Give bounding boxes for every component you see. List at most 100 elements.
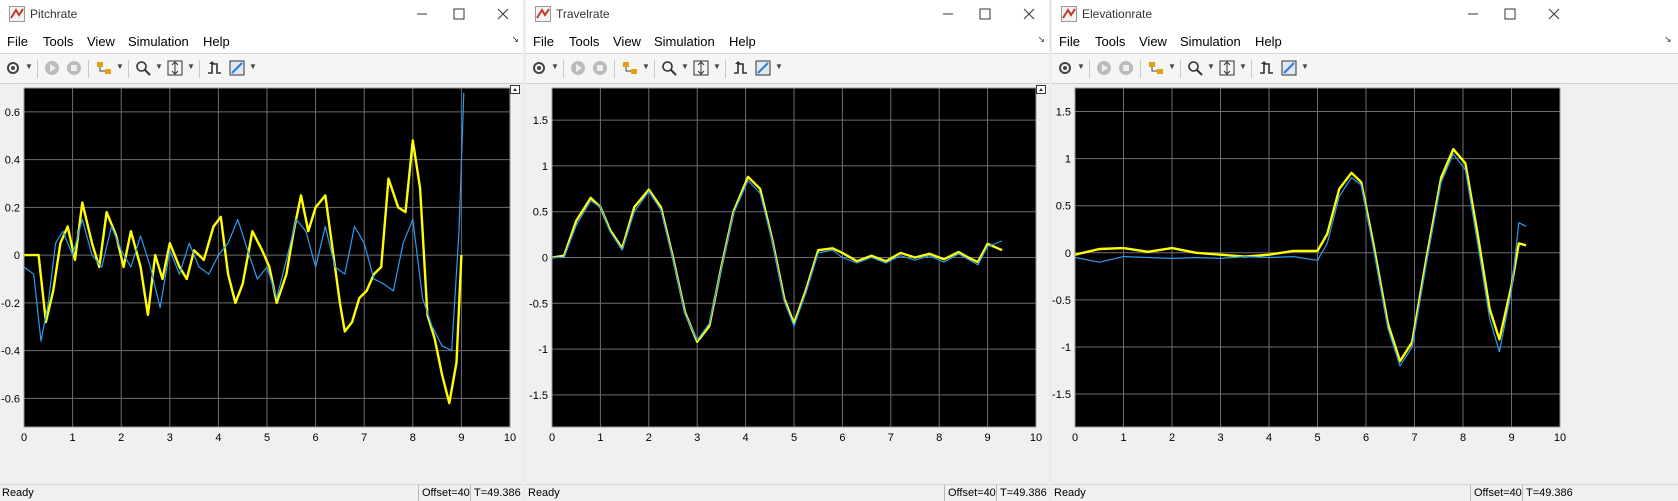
pitchrate-chart[interactable]: 0 1 2 3 4 5 6 7 8 9 10 -0.6 -0.4 -0.2 0 0.2 0.4 0.6 [0,84,523,484]
elevationrate-chart[interactable]: 0 1 2 3 4 5 6 7 8 9 10 -1.5 -1 -0.5 0 0.5 1 1.5 [1052,84,1678,484]
style-icon[interactable] [1281,60,1297,76]
zoom-icon[interactable] [135,60,151,76]
settings-icon[interactable] [1057,60,1073,76]
style-dropdown-icon[interactable]: ▼ [1301,62,1309,71]
stop-icon[interactable] [1118,60,1134,76]
close-icon[interactable] [493,4,513,24]
zoom-icon[interactable] [1187,60,1203,76]
title-bar[interactable]: Elevationrate [1052,0,1678,29]
scale-axes-icon[interactable] [693,60,709,76]
highlight-blocks-icon[interactable] [96,60,112,76]
run-icon[interactable] [570,60,586,76]
window-title: Pitchrate [30,7,78,21]
status-time: T=49.386 [996,485,1049,501]
settings-icon[interactable] [531,60,547,76]
menu-simulation[interactable]: Simulation [128,34,189,49]
run-icon[interactable] [44,60,60,76]
minimize-icon[interactable] [938,4,958,24]
menu-tools[interactable]: Tools [569,34,599,49]
highlight-blocks-icon[interactable] [622,60,638,76]
x-tick-label: 7 [361,432,367,444]
status-offset: Offset=40 [1470,485,1525,501]
x-tick-label: 8 [410,432,416,444]
x-tick-label: 1 [1120,432,1126,444]
scale-axes-icon[interactable] [1219,60,1235,76]
title-bar[interactable]: Travelrate [526,0,1049,29]
highlight-blocks-icon[interactable] [1148,60,1164,76]
minimize-icon[interactable] [1463,4,1483,24]
style-dropdown-icon[interactable]: ▼ [249,62,257,71]
scope-window-pitchrate: Pitchrate File Tools View Simulation Hel… [0,0,523,501]
y-tick-label: -1 [538,344,548,356]
settings-icon[interactable] [5,60,21,76]
undock-icon[interactable] [510,85,520,94]
status-time: T=49.386 [470,485,523,501]
settings-dropdown-icon[interactable]: ▼ [551,62,559,71]
scale-dropdown-icon[interactable]: ▼ [713,62,721,71]
zoom-icon[interactable] [661,60,677,76]
menu-view[interactable]: View [613,34,641,49]
style-icon[interactable] [755,60,771,76]
title-bar[interactable]: Pitchrate [0,0,523,29]
menu-help[interactable]: Help [203,34,230,49]
maximize-icon[interactable] [449,4,469,24]
x-tick-label: 10 [504,432,516,444]
menu-tools[interactable]: Tools [43,34,73,49]
zoom-dropdown-icon[interactable]: ▼ [681,62,689,71]
menu-tools[interactable]: Tools [1095,34,1125,49]
undock-icon[interactable] [1036,85,1046,94]
settings-dropdown-icon[interactable]: ▼ [25,62,33,71]
menu-help[interactable]: Help [729,34,756,49]
scale-dropdown-icon[interactable]: ▼ [187,62,195,71]
x-tick-label: 2 [118,432,124,444]
x-tick-label: 4 [743,432,749,444]
collapse-toolbar-icon[interactable]: ↘ [511,34,519,45]
collapse-toolbar-icon[interactable]: ↘ [1664,34,1672,45]
settings-dropdown-icon[interactable]: ▼ [1077,62,1085,71]
matlab-icon [535,6,551,22]
menu-file[interactable]: File [7,34,28,49]
status-offset: Offset=40 [418,485,473,501]
status-ready: Ready [1054,487,1086,499]
collapse-toolbar-icon[interactable]: ↘ [1037,34,1045,45]
menu-simulation[interactable]: Simulation [654,34,715,49]
run-icon[interactable] [1096,60,1112,76]
triggers-icon[interactable] [732,60,748,76]
stop-icon[interactable] [66,60,82,76]
triggers-icon[interactable] [206,60,222,76]
menu-view[interactable]: View [1139,34,1167,49]
menu-simulation[interactable]: Simulation [1180,34,1241,49]
x-tick-label: 6 [839,432,845,444]
highlight-dropdown-icon[interactable]: ▼ [642,62,650,71]
minimize-icon[interactable] [412,4,432,24]
scale-dropdown-icon[interactable]: ▼ [1239,62,1247,71]
highlight-dropdown-icon[interactable]: ▼ [1168,62,1176,71]
scope-window-elevationrate: Elevationrate File Tools View Simulation… [1052,0,1678,501]
window-title: Elevationrate [1082,7,1153,21]
close-icon[interactable] [1019,4,1039,24]
menu-view[interactable]: View [87,34,115,49]
x-tick-label: 0 [1072,432,1078,444]
maximize-icon[interactable] [975,4,995,24]
scale-axes-icon[interactable] [167,60,183,76]
x-tick-label: 3 [1217,432,1223,444]
zoom-dropdown-icon[interactable]: ▼ [1207,62,1215,71]
travelrate-chart[interactable]: 0 1 2 3 4 5 6 7 8 9 10 -1.5 -1 -0.5 0 0.5 1 1.5 [526,84,1049,484]
style-icon[interactable] [229,60,245,76]
menu-help[interactable]: Help [1255,34,1282,49]
y-tick-label: 1 [1065,154,1071,166]
menu-file[interactable]: File [1059,34,1080,49]
menu-file[interactable]: File [533,34,554,49]
maximize-icon[interactable] [1500,4,1520,24]
stop-icon[interactable] [592,60,608,76]
x-tick-label: 9 [985,432,991,444]
status-offset: Offset=40 [944,485,999,501]
close-icon[interactable] [1544,4,1564,24]
matlab-icon [9,6,25,22]
highlight-dropdown-icon[interactable]: ▼ [116,62,124,71]
x-tick-label: 6 [1363,432,1369,444]
triggers-icon[interactable] [1258,60,1274,76]
y-tick-label: -0.5 [529,298,548,310]
zoom-dropdown-icon[interactable]: ▼ [155,62,163,71]
style-dropdown-icon[interactable]: ▼ [775,62,783,71]
